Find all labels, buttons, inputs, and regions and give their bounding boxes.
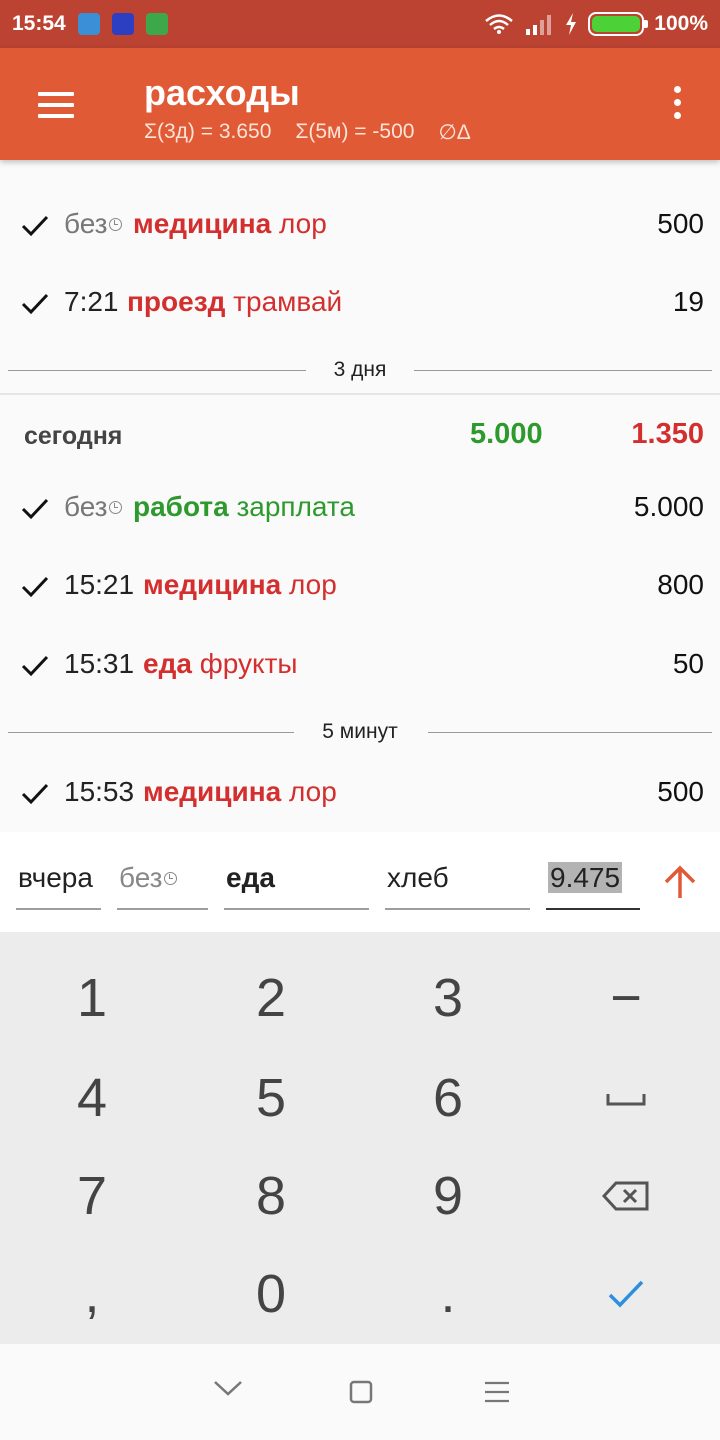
key-4[interactable]: 4 xyxy=(2,1048,182,1148)
time-divider: 3 дня xyxy=(0,350,720,390)
page-title: расходы xyxy=(144,72,300,113)
sum-5-minutes: Σ(5м) = -500 xyxy=(295,120,415,143)
key-8[interactable]: 8 xyxy=(181,1146,361,1246)
time-divider: 5 минут xyxy=(0,712,720,752)
list-item[interactable]: 15:21 медицина лор 800 xyxy=(0,547,720,625)
item-label: работа зарплата xyxy=(133,491,355,522)
done-check-icon xyxy=(608,1280,644,1308)
list-item[interactable]: без работа зарплата 5.000 xyxy=(0,469,720,547)
key-done[interactable] xyxy=(536,1244,716,1344)
clock-icon xyxy=(108,218,122,231)
backspace-icon xyxy=(602,1181,649,1211)
key-5[interactable]: 5 xyxy=(181,1048,361,1148)
item-label: медицина лор xyxy=(143,569,337,600)
item-time: 15:21 xyxy=(64,569,135,600)
item-time: без xyxy=(64,208,122,240)
day-header: сегодня 5.000 1.350 xyxy=(0,396,720,468)
check-icon xyxy=(21,215,49,237)
list-item[interactable]: 15:53 медицина лор 500 xyxy=(0,754,720,832)
status-bar: 15:54 100% xyxy=(0,0,720,48)
item-time: 7:21 xyxy=(64,286,119,317)
charging-icon xyxy=(566,13,577,35)
sum-3-days: Σ(3д) = 3.650 xyxy=(144,120,272,143)
list-item[interactable]: без медицина лор 500 xyxy=(0,186,720,264)
item-amount: 5.000 xyxy=(633,491,704,522)
check-icon xyxy=(21,576,49,598)
key-1[interactable]: 1 xyxy=(2,948,182,1048)
day-field[interactable]: вчера xyxy=(16,862,101,910)
key-7[interactable]: 7 xyxy=(2,1146,182,1246)
key-space[interactable] xyxy=(536,1048,716,1148)
delta-indicator: ∅Δ xyxy=(438,121,471,144)
transaction-list[interactable]: без медицина лор 500 7:21 проезд трамвай… xyxy=(0,160,720,832)
item-time: 15:53 xyxy=(64,776,135,807)
battery-percent: 100% xyxy=(654,12,708,35)
clock-icon xyxy=(108,501,122,514)
home-square-icon[interactable] xyxy=(349,1380,373,1404)
signal-icon xyxy=(526,15,552,35)
clock-icon xyxy=(163,872,177,885)
status-time: 15:54 xyxy=(12,12,66,35)
item-amount: 800 xyxy=(657,569,704,600)
app-notification-icon xyxy=(111,13,134,35)
list-item[interactable]: 15:31 еда фрукты 50 xyxy=(0,626,720,704)
key-3[interactable]: 3 xyxy=(358,948,538,1048)
amount-field[interactable]: 9.475 xyxy=(546,862,640,910)
day-income: 5.000 xyxy=(470,418,543,450)
item-amount: 500 xyxy=(657,776,704,807)
item-label: проезд трамвай xyxy=(127,286,343,317)
menu-icon[interactable] xyxy=(38,92,74,118)
item-amount: 50 xyxy=(672,648,704,679)
item-label: еда фрукты xyxy=(143,648,298,679)
key-9[interactable]: 9 xyxy=(358,1146,538,1246)
back-chevron-icon[interactable] xyxy=(213,1378,243,1398)
check-icon xyxy=(21,498,49,520)
submit-arrow-icon[interactable] xyxy=(662,864,698,900)
usb-icon xyxy=(77,13,100,35)
space-icon xyxy=(606,1094,646,1106)
app-bar: расходы Σ(3д) = 3.650 Σ(5м) = -500 ∅Δ xyxy=(0,48,720,160)
time-field[interactable]: без xyxy=(117,862,208,910)
item-label: медицина лор xyxy=(143,776,337,807)
key-6[interactable]: 6 xyxy=(358,1048,538,1148)
item-time: 15:31 xyxy=(64,648,135,679)
day-name: сегодня xyxy=(24,422,123,450)
numeric-keypad: 1 2 3 − 4 5 6 7 8 9 , 0 . xyxy=(0,932,720,1344)
system-nav-bar xyxy=(0,1344,720,1440)
battery-icon xyxy=(588,12,649,36)
recents-menu-icon[interactable] xyxy=(484,1380,510,1404)
section-separator xyxy=(0,393,720,395)
category-field[interactable]: еда xyxy=(224,862,369,910)
summary-line: Σ(3д) = 3.650 Σ(5м) = -500 ∅Δ xyxy=(144,120,471,145)
note-field[interactable]: хлеб xyxy=(385,862,530,910)
day-expense: 1.350 xyxy=(631,418,704,450)
key-2[interactable]: 2 xyxy=(181,948,361,1048)
check-icon xyxy=(21,655,49,677)
overflow-menu-icon[interactable] xyxy=(674,86,682,125)
key-comma[interactable]: , xyxy=(2,1244,182,1344)
item-label: медицина лор xyxy=(133,208,327,239)
wifi-icon xyxy=(485,14,514,34)
android-icon xyxy=(145,13,168,35)
check-icon xyxy=(21,293,49,315)
key-minus[interactable]: − xyxy=(536,948,716,1048)
key-0[interactable]: 0 xyxy=(181,1244,361,1344)
check-icon xyxy=(21,783,49,805)
entry-bar: вчера без еда хлеб 9.475 xyxy=(0,832,720,932)
item-amount: 19 xyxy=(672,286,704,317)
key-dot[interactable]: . xyxy=(358,1244,538,1344)
key-backspace[interactable] xyxy=(536,1146,716,1246)
list-item[interactable]: 7:21 проезд трамвай 19 xyxy=(0,264,720,342)
item-time: без xyxy=(64,491,122,523)
item-amount: 500 xyxy=(657,208,704,239)
